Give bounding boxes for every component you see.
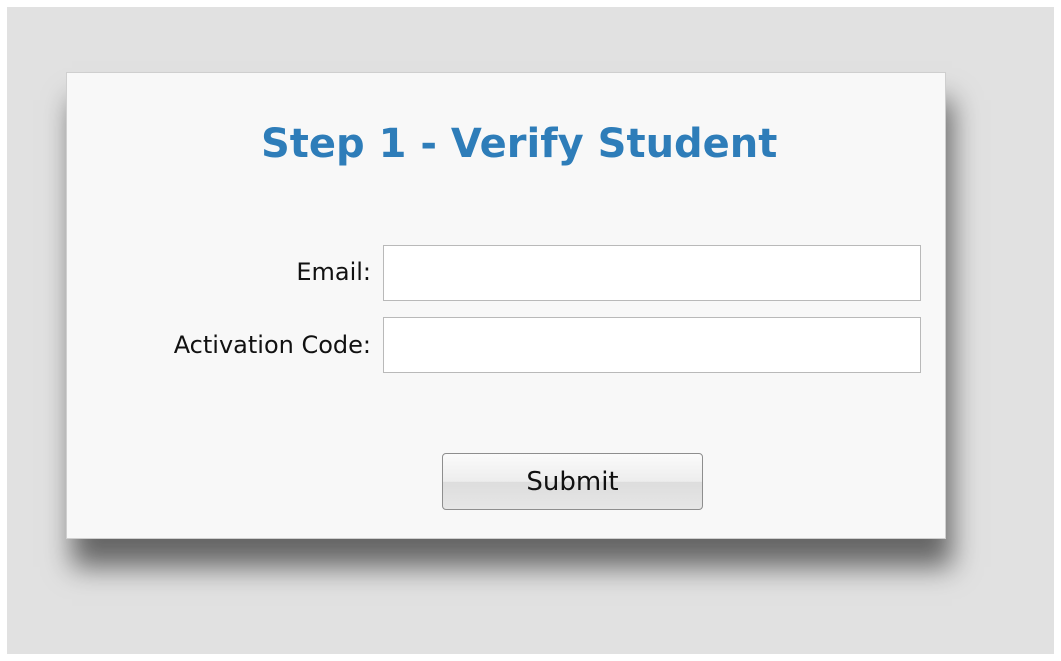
submit-button[interactable]: Submit bbox=[442, 453, 703, 510]
form-title: Step 1 - Verify Student bbox=[261, 121, 778, 167]
activation-code-label: Activation Code: bbox=[173, 331, 371, 359]
email-field[interactable] bbox=[383, 245, 921, 301]
activation-code-field[interactable] bbox=[383, 317, 921, 373]
verify-student-form: Step 1 - Verify Student Email: Activatio… bbox=[66, 72, 946, 539]
email-label: Email: bbox=[296, 258, 371, 286]
